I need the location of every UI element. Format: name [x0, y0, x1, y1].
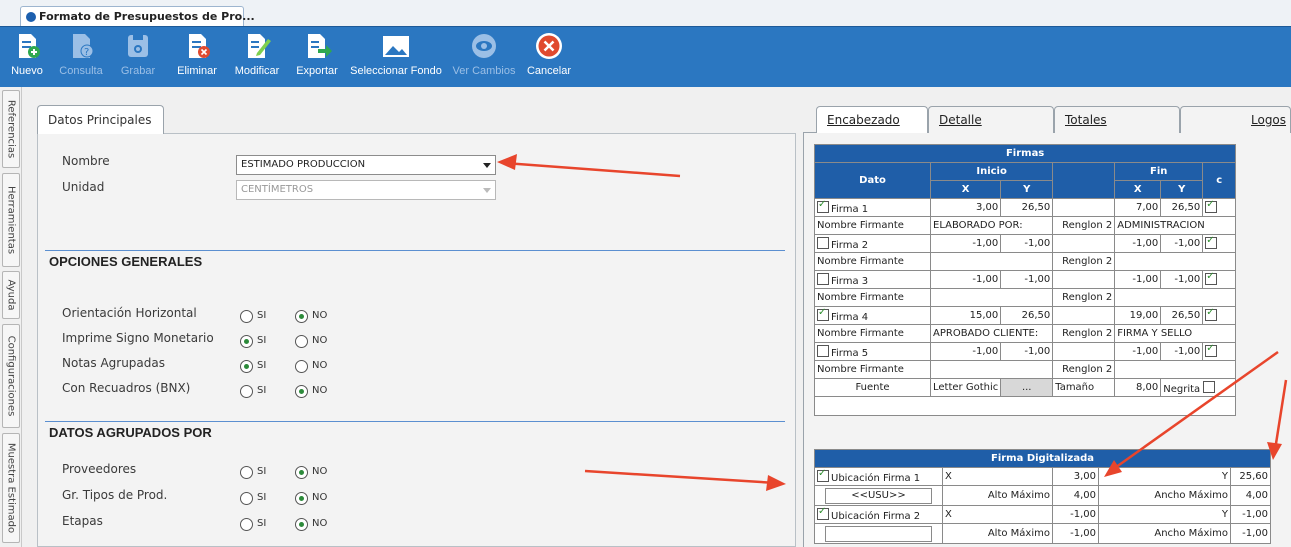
annotation-arrowhead: [1267, 442, 1282, 460]
annotation-arrow: [504, 161, 681, 178]
annotation-arrows: [497, 154, 1288, 491]
annotation-arrow: [1111, 350, 1279, 472]
annotation-arrowhead: [766, 475, 786, 491]
annotation-arrowhead: [497, 154, 517, 170]
annotation-arrowhead: [1104, 460, 1122, 477]
annotation-arrow: [584, 469, 777, 485]
annotation-arrow: [1273, 379, 1288, 451]
